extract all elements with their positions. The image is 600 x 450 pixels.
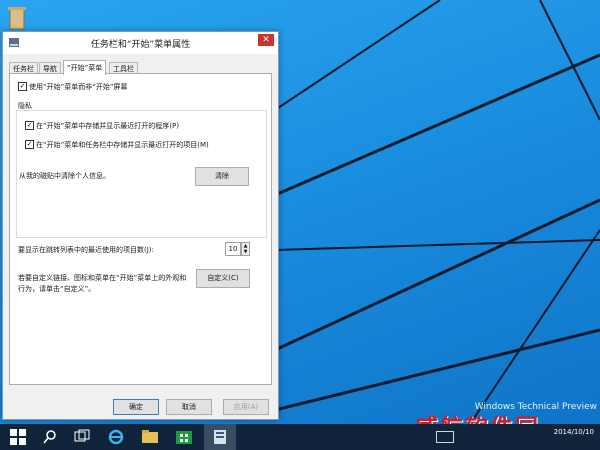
close-icon: ✕ <box>262 35 270 45</box>
store-recent-programs-label: 在“开始”菜单中存储并显示最近打开的程序(P) <box>36 122 179 130</box>
tab-start-menu[interactable]: “开始”菜单 <box>63 60 107 75</box>
taskbar-file-explorer[interactable] <box>134 424 166 450</box>
use-start-menu-checkbox[interactable]: ✓ <box>18 82 27 91</box>
taskbar-task-view[interactable] <box>66 424 98 450</box>
jumplist-count-label: 要显示在跳转列表中的最近使用的项目数(J): <box>18 246 154 254</box>
folder-icon <box>142 430 158 443</box>
tab-panel-start-menu: ✓ 使用“开始”菜单而非“开始”屏幕 隐私 ✓ 在“开始”菜单中存储并显示最近打… <box>9 73 272 385</box>
taskbar-store[interactable] <box>168 424 200 450</box>
dialog-title: 任务栏和“开始”菜单属性 <box>90 40 191 50</box>
customize-button[interactable]: 自定义(C) <box>196 269 250 288</box>
customize-description-line1: 若要自定义链接、图标和菜单在“开始”菜单上的外观和 <box>18 274 187 282</box>
task-view-icon <box>74 429 90 442</box>
spin-down-icon[interactable]: ▼ <box>242 249 249 255</box>
clear-tiles-description: 从我的磁贴中清除个人信息。 <box>19 172 110 180</box>
control-panel-icon <box>214 430 226 444</box>
store-recent-programs-checkbox[interactable]: ✓ <box>25 121 34 130</box>
store-icon <box>176 431 192 444</box>
close-button[interactable]: ✕ <box>258 34 274 46</box>
windows-logo-icon <box>10 429 26 445</box>
start-button[interactable] <box>2 424 34 450</box>
clear-button[interactable]: 清除 <box>195 167 249 186</box>
customize-description-line2: 行为，请单击“自定义”。 <box>18 285 96 293</box>
ok-button[interactable]: 确定 <box>113 399 159 415</box>
taskbar <box>0 424 600 450</box>
taskbar-clock[interactable]: 2014/10/10 <box>554 428 594 437</box>
dialog-titlebar[interactable]: 任务栏和“开始”菜单属性 ✕ <box>3 32 278 54</box>
cancel-button[interactable]: 取消 <box>166 399 212 415</box>
privacy-group: ✓ 在“开始”菜单中存储并显示最近打开的程序(P) ✓ 在“开始”菜单和任务栏中… <box>16 110 267 238</box>
internet-explorer-icon <box>108 429 124 445</box>
taskbar-search[interactable] <box>34 424 66 450</box>
taskbar-start-properties-dialog: 任务栏和“开始”菜单属性 ✕ 任务栏 导航 “开始”菜单 工具栏 ✓ 使用“开始… <box>2 31 279 420</box>
store-recent-items-label: 在“开始”菜单和任务栏中存储并显示最近打开的项目(M) <box>36 141 209 149</box>
taskbar-properties-window[interactable] <box>204 424 236 450</box>
recycle-bin-icon[interactable] <box>5 5 29 31</box>
use-start-menu-label: 使用“开始”菜单而非“开始”屏幕 <box>29 83 128 91</box>
jumplist-count-spinner[interactable]: ▲ ▼ <box>241 242 250 256</box>
keyboard-icon[interactable] <box>436 431 454 443</box>
apply-button[interactable]: 应用(A) <box>223 399 269 415</box>
clock-date: 2014/10/10 <box>553 428 594 436</box>
jumplist-count-input[interactable]: 10 <box>225 242 241 256</box>
store-recent-items-checkbox[interactable]: ✓ <box>25 140 34 149</box>
taskbar-internet-explorer[interactable] <box>100 424 132 450</box>
search-icon <box>43 430 56 444</box>
